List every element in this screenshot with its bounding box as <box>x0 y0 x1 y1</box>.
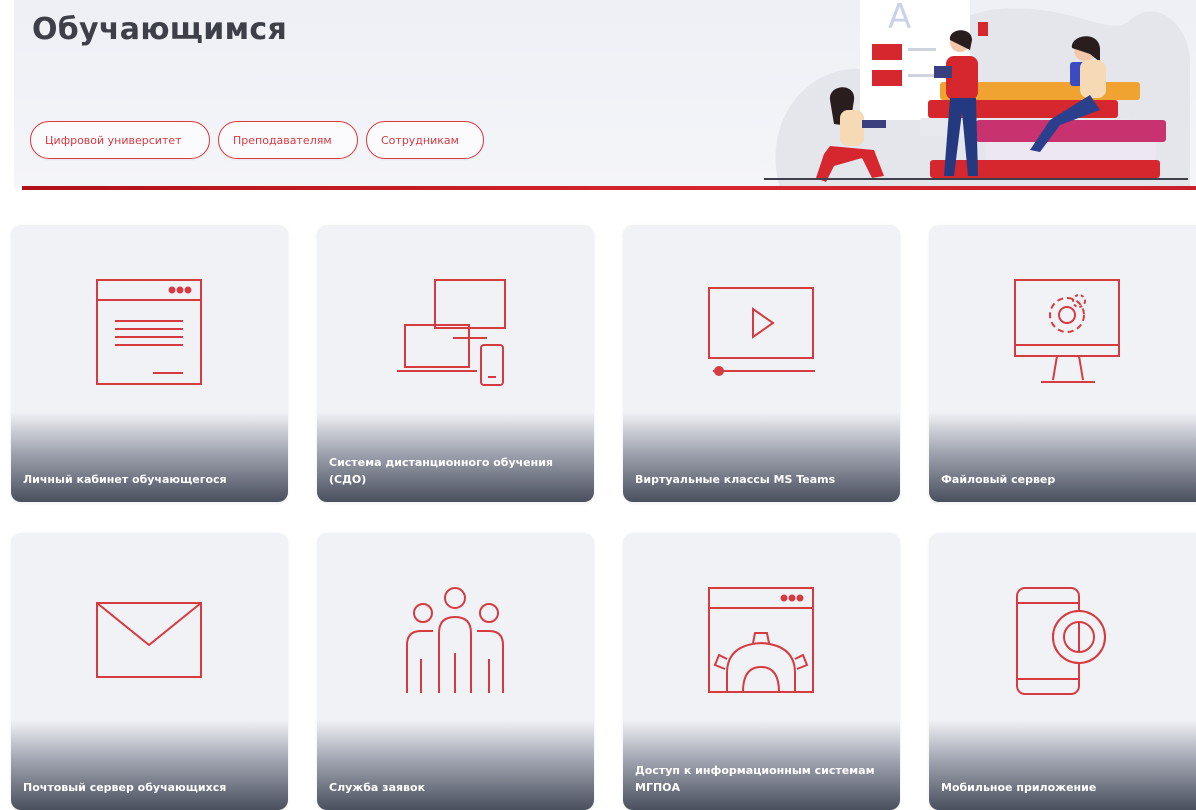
tile-caption-bg <box>623 412 900 502</box>
header-divider <box>22 186 1196 190</box>
nav-pills: Цифровой университет Преподавателям Сотр… <box>30 121 484 159</box>
tile-file-server[interactable]: Файловый сервер <box>929 225 1196 502</box>
tile-label: Служба заявок <box>329 781 426 794</box>
students-illustration: A <box>764 0 1190 188</box>
devices-icon <box>397 279 506 386</box>
browser-window-icon <box>96 279 202 385</box>
tile-ms-teams[interactable]: Виртуальные классы MS Teams <box>623 225 900 502</box>
window-gear-icon <box>708 587 814 693</box>
tile-label: Мобильное приложение <box>941 781 1097 794</box>
pill-teachers[interactable]: Преподавателям <box>218 121 358 159</box>
envelope-icon <box>96 602 202 678</box>
tile-service-desk[interactable]: Служба заявок <box>317 533 594 810</box>
tile-caption-bg <box>929 412 1196 502</box>
header-banner: Обучающимся Цифровой университет Препода… <box>14 0 1196 188</box>
phone-gear-icon <box>1016 587 1106 695</box>
tile-information-systems[interactable]: Доступ к информационным системам МГПОА <box>623 533 900 810</box>
tile-caption-bg <box>11 720 288 810</box>
tile-mobile-app[interactable]: Мобильное приложение <box>929 533 1196 810</box>
tile-label: Почтовый сервер обучающихся <box>23 781 227 794</box>
tile-caption-bg <box>929 720 1196 810</box>
svg-text:A: A <box>888 0 911 37</box>
tile-label: Файловый сервер <box>941 473 1056 486</box>
page-title: Обучающимся <box>32 12 288 47</box>
pill-digital-university[interactable]: Цифровой университет <box>30 121 210 159</box>
tile-mail-server[interactable]: Почтовый сервер обучающихся <box>11 533 288 810</box>
tile-caption-bg <box>11 412 288 502</box>
tile-distance-learning[interactable]: Система дистанционного обучения (СДО) <box>317 225 594 502</box>
pill-employees[interactable]: Сотрудникам <box>366 121 484 159</box>
tile-label: Личный кабинет обучающегося <box>23 473 227 486</box>
tile-student-account[interactable]: Личный кабинет обучающегося <box>11 225 288 502</box>
people-group-icon <box>406 587 504 693</box>
tile-label: Доступ к информационным системам МГПОА <box>635 764 875 794</box>
video-player-icon <box>708 287 815 376</box>
tile-label: Система дистанционного обучения (СДО) <box>329 456 553 486</box>
tile-label: Виртуальные классы MS Teams <box>635 473 836 486</box>
monitor-gear-icon <box>1014 279 1120 383</box>
tile-caption-bg <box>317 720 594 810</box>
